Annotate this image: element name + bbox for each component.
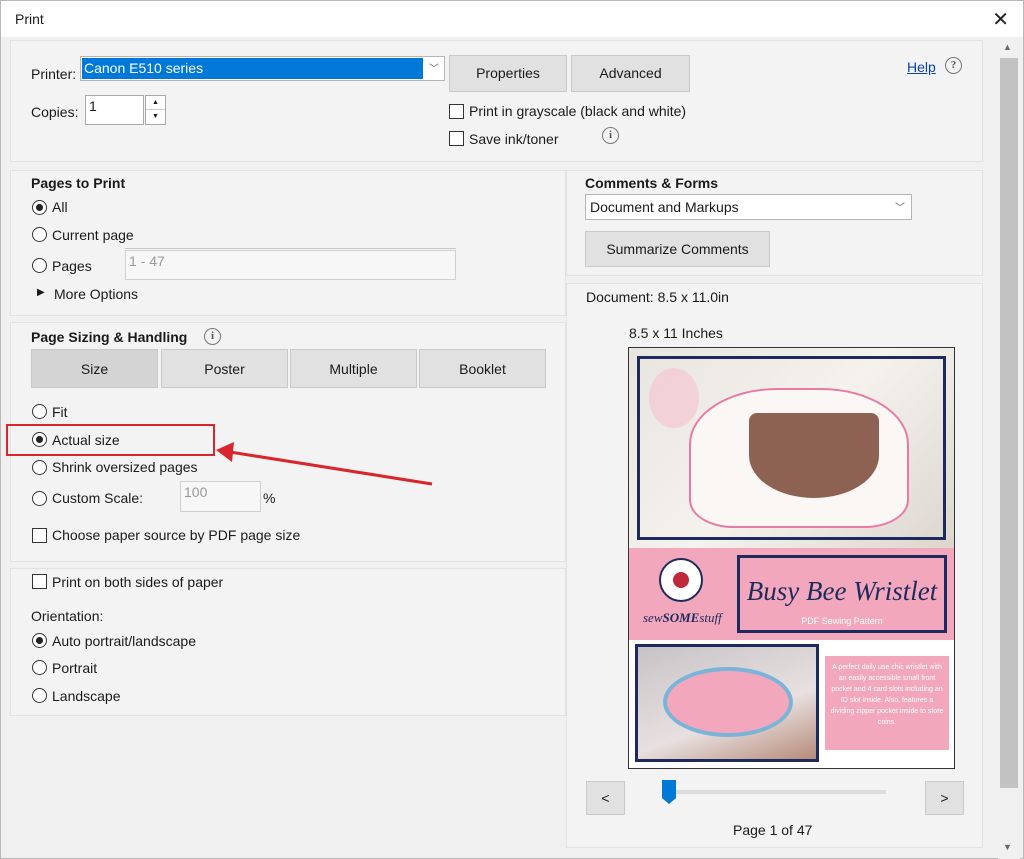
info-icon[interactable]: i [602, 127, 619, 144]
duplex-checkbox[interactable] [32, 574, 47, 589]
annotation-arrow-icon [216, 442, 433, 486]
scroll-down-icon[interactable]: ▼ [1003, 842, 1012, 852]
radio-portrait-label: Portrait [52, 660, 98, 676]
help-link[interactable]: Help [907, 59, 936, 75]
save-ink-label: Save ink/toner [469, 131, 559, 147]
comments-selected-value: Document and Markups [590, 199, 739, 215]
properties-button[interactable]: Properties [449, 55, 567, 92]
close-icon[interactable]: ✕ [992, 7, 1009, 32]
page-sizing-title: Page Sizing & Handling [31, 329, 188, 345]
tab-size[interactable]: Size [31, 349, 158, 388]
description-box: A perfect daily use chic wristlet with a… [825, 656, 949, 750]
advanced-button[interactable]: Advanced [571, 55, 690, 92]
preview-photo-interior [635, 644, 819, 762]
radio-pages[interactable] [32, 258, 47, 273]
radio-landscape-label: Landscape [52, 688, 121, 704]
comments-select[interactable]: Document and Markups ﹀ [585, 194, 912, 220]
stepper-up-icon[interactable]: ▲ [146, 96, 165, 110]
printer-label: Printer: [31, 66, 77, 82]
product-title-box: Busy Bee Wristlet PDF Sewing Pattern [737, 555, 947, 633]
radio-custom-scale[interactable] [32, 491, 47, 506]
brand-stuff: stuff [699, 610, 722, 625]
summarize-comments-button[interactable]: Summarize Comments [585, 231, 770, 267]
pages-range-input[interactable]: 1 - 47 [125, 250, 456, 280]
copies-input[interactable]: 1 [85, 95, 144, 125]
tab-booklet[interactable]: Booklet [419, 349, 546, 388]
thread-spool-icon [673, 572, 689, 588]
preview-title-band: sewSOMEstuff Busy Bee Wristlet PDF Sewin… [629, 548, 954, 640]
radio-all-label: All [52, 199, 68, 215]
radio-shrink-label: Shrink oversized pages [52, 459, 198, 475]
page-indicator: Page 1 of 47 [733, 822, 813, 838]
product-subtitle: PDF Sewing Pattern [801, 616, 883, 626]
radio-pages-label: Pages [52, 258, 92, 274]
brand-sew: sew [643, 610, 663, 625]
copies-label: Copies: [31, 104, 79, 120]
annotation-highlight-box [6, 424, 215, 456]
radio-auto-orientation[interactable] [32, 633, 47, 648]
title-bar: Print ✕ [1, 1, 1023, 37]
brand-some: SOME [662, 610, 700, 625]
triangle-right-icon[interactable]: ▶ [37, 287, 45, 298]
radio-auto-label: Auto portrait/landscape [52, 633, 196, 649]
grayscale-label: Print in grayscale (black and white) [469, 103, 687, 119]
window-title: Print [15, 11, 44, 27]
printer-select[interactable]: Canon E510 series ﹀ [80, 56, 445, 81]
page-preview: sewSOMEstuff Busy Bee Wristlet PDF Sewin… [628, 347, 955, 769]
next-page-button[interactable]: > [925, 781, 964, 815]
info-icon[interactable]: i [204, 328, 221, 345]
tab-poster[interactable]: Poster [161, 349, 288, 388]
orientation-title: Orientation: [31, 608, 104, 624]
radio-custom-label: Custom Scale: [52, 490, 144, 506]
chevron-down-icon: ﹀ [429, 64, 439, 75]
interior-pocket [663, 667, 793, 737]
product-title: Busy Bee Wristlet [746, 576, 938, 606]
scroll-up-icon[interactable]: ▲ [1003, 42, 1012, 52]
more-options-toggle[interactable]: More Options [54, 286, 138, 302]
stepper-down-icon[interactable]: ▼ [146, 110, 165, 124]
copies-stepper[interactable]: ▲ ▼ [145, 95, 166, 125]
paper-size-label: 8.5 x 11 Inches [629, 325, 723, 341]
duplex-label: Print on both sides of paper [52, 574, 224, 590]
help-icon[interactable]: ? [945, 57, 962, 74]
radio-shrink[interactable] [32, 460, 47, 475]
flower-decoration [649, 368, 699, 428]
radio-current-label: Current page [52, 227, 134, 243]
scrollbar-thumb[interactable] [1000, 58, 1018, 788]
preview-photo-wristlet [629, 348, 954, 548]
save-ink-checkbox[interactable] [449, 131, 464, 146]
document-size: Document: 8.5 x 11.0in [586, 289, 729, 305]
radio-fit[interactable] [32, 404, 47, 419]
printer-selected-value: Canon E510 series [82, 58, 423, 79]
radio-portrait[interactable] [32, 660, 47, 675]
radio-all[interactable] [32, 200, 47, 215]
grayscale-checkbox[interactable] [449, 104, 464, 119]
tab-multiple[interactable]: Multiple [290, 349, 417, 388]
divider [125, 248, 456, 249]
pages-to-print-title: Pages to Print [31, 175, 126, 191]
comments-title: Comments & Forms [585, 175, 719, 191]
percent-label: % [263, 490, 276, 506]
description-text: A perfect daily use chic wristlet with a… [830, 664, 944, 726]
page-slider-track[interactable] [662, 790, 886, 794]
brand-logo-icon [659, 558, 703, 602]
chevron-down-icon: ﹀ [895, 203, 905, 214]
brand-wordmark: sewSOMEstuff [643, 610, 722, 626]
paper-source-checkbox[interactable] [32, 528, 47, 543]
radio-fit-label: Fit [52, 404, 68, 420]
radio-landscape[interactable] [32, 688, 47, 703]
wristlet-flap [749, 413, 879, 498]
paper-source-label: Choose paper source by PDF page size [52, 527, 301, 543]
radio-current-page[interactable] [32, 227, 47, 242]
prev-page-button[interactable]: < [586, 781, 625, 815]
